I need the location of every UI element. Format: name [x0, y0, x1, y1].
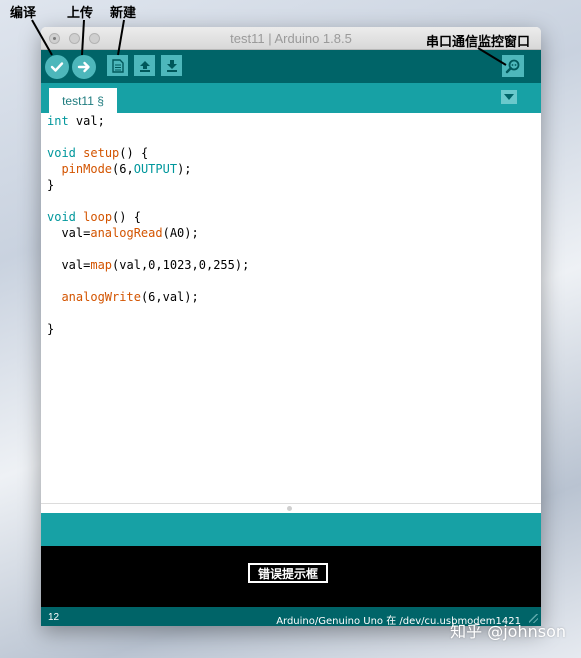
- toolbar: [41, 50, 541, 83]
- open-button[interactable]: [134, 55, 155, 76]
- serial-monitor-annotation: 串口通信监控窗口: [426, 35, 531, 50]
- open-icon: [139, 60, 150, 72]
- splitter-handle[interactable]: [287, 506, 292, 511]
- tab-bar: test11 §: [41, 83, 541, 113]
- new-button[interactable]: [107, 55, 128, 76]
- verify-annotation: 编译: [10, 6, 37, 21]
- new-file-icon: [111, 58, 124, 73]
- save-button[interactable]: [161, 55, 182, 76]
- arduino-window: test11 | Arduino 1.8.5 test11 § int val;…: [41, 27, 541, 626]
- line-number: 12: [48, 612, 60, 623]
- serial-monitor-button[interactable]: [502, 55, 524, 77]
- upload-annotation: 上传: [67, 6, 94, 21]
- code-text[interactable]: int val; void setup() { pinMode(6,OUTPUT…: [41, 113, 541, 337]
- serial-monitor-icon: [505, 59, 520, 74]
- watermark: 知乎 @johnson: [450, 622, 566, 641]
- save-icon: [166, 59, 177, 72]
- message-bar: [41, 513, 541, 546]
- chevron-down-icon: [504, 93, 514, 100]
- error-console-annotation: 错误提示框: [248, 563, 328, 583]
- upload-button[interactable]: [72, 55, 96, 79]
- verify-button[interactable]: [45, 55, 69, 79]
- tab-menu-button[interactable]: [501, 90, 517, 104]
- error-console: 错误提示框: [41, 546, 541, 607]
- pane-splitter[interactable]: [41, 503, 541, 513]
- upload-icon: [77, 61, 90, 73]
- tab-test11[interactable]: test11 §: [49, 88, 117, 113]
- new-annotation: 新建: [110, 6, 137, 21]
- code-editor[interactable]: int val; void setup() { pinMode(6,OUTPUT…: [41, 113, 541, 503]
- verify-icon: [50, 62, 64, 72]
